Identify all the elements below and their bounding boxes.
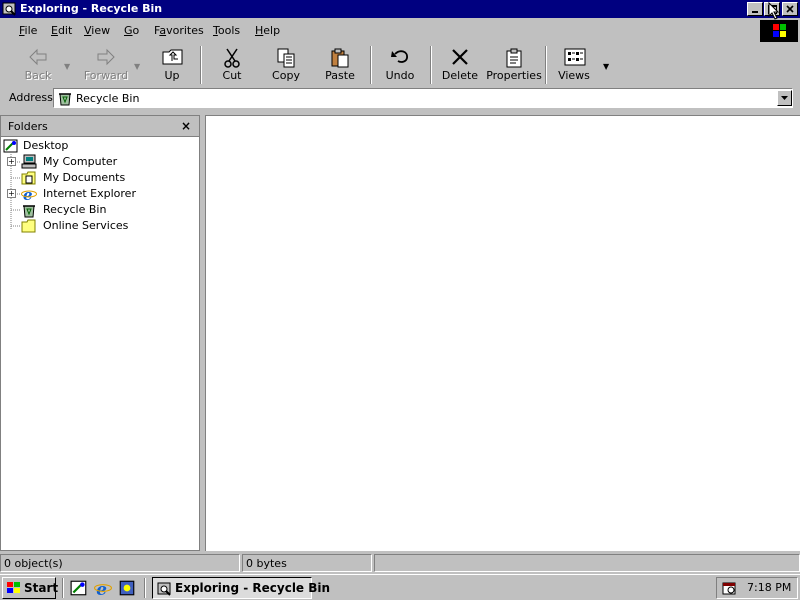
folders-header: Folders × — [1, 116, 199, 137]
toolbar-separator — [200, 46, 202, 84]
copy-icon — [277, 48, 295, 68]
tree-item-desktop[interactable]: Desktop — [1, 138, 199, 154]
mouse-cursor-icon — [768, 2, 780, 20]
views-dropdown-icon[interactable]: ▼ — [603, 62, 609, 71]
folder-icon — [21, 171, 36, 185]
scissors-icon — [224, 48, 240, 68]
forward-button[interactable]: Forward — [80, 44, 132, 86]
minimize-button[interactable] — [747, 2, 763, 16]
expand-icon[interactable]: + — [7, 189, 16, 198]
explorer-icon — [157, 582, 171, 596]
windows-logo — [760, 20, 798, 42]
internet-explorer-icon: e — [21, 186, 37, 202]
toolbar-separator — [430, 46, 432, 84]
tree-item-internet-explorer[interactable]: + e Internet Explorer — [1, 186, 199, 202]
recycle-bin-icon — [59, 93, 71, 106]
windows-flag-icon — [7, 582, 20, 593]
back-arrow-icon — [29, 48, 47, 66]
folders-pane: Folders × Desktop + My Computer My Docum… — [0, 115, 200, 551]
show-desktop-icon[interactable] — [70, 579, 88, 597]
taskbar: Start e Exploring - Recycle Bin 7:18 PM — [0, 574, 800, 600]
delete-x-icon — [452, 49, 468, 65]
minimize-icon — [752, 11, 758, 13]
toolbar: Back ▼ Forward ▼ Up Cut Copy Paste Undo … — [0, 44, 800, 86]
scheduler-icon[interactable] — [721, 580, 737, 596]
address-dropdown-button[interactable] — [777, 90, 792, 106]
desktop-icon — [3, 139, 18, 153]
status-extra — [374, 554, 800, 572]
forward-arrow-icon — [97, 48, 115, 66]
computer-icon — [21, 154, 37, 169]
address-value: Recycle Bin — [76, 92, 140, 105]
folders-title: Folders — [8, 120, 48, 133]
folder-icon — [21, 219, 36, 233]
menu-bar: File Edit View Go Favorites Tools Help — [0, 20, 800, 43]
address-bar: Address Recycle Bin — [0, 87, 800, 111]
folder-up-icon — [162, 49, 183, 65]
taskbar-separator — [144, 578, 146, 598]
close-button[interactable] — [782, 2, 798, 16]
address-input[interactable]: Recycle Bin — [53, 88, 793, 108]
svg-text:e: e — [96, 579, 107, 597]
file-list-pane[interactable] — [205, 115, 800, 551]
tree-item-online-services[interactable]: Online Services — [1, 218, 199, 234]
menu-help[interactable]: Help — [255, 24, 280, 37]
undo-button[interactable]: Undo — [378, 44, 422, 86]
menu-go[interactable]: Go — [124, 24, 139, 37]
chevron-down-icon — [781, 96, 788, 100]
start-button[interactable]: Start — [2, 577, 59, 599]
cut-button[interactable]: Cut — [210, 44, 254, 86]
explorer-icon — [2, 2, 16, 16]
address-label: Address — [9, 91, 53, 104]
expand-icon[interactable]: + — [7, 157, 16, 166]
delete-button[interactable]: Delete — [438, 44, 482, 86]
paste-button[interactable]: Paste — [318, 44, 362, 86]
undo-icon — [391, 50, 408, 63]
tree-item-recycle-bin[interactable]: Recycle Bin — [1, 202, 199, 218]
properties-icon — [506, 48, 522, 68]
menu-view[interactable]: View — [84, 24, 110, 37]
views-icon — [564, 48, 586, 66]
taskbar-button-label: Exploring - Recycle Bin — [175, 581, 331, 595]
system-tray: 7:18 PM — [716, 577, 798, 599]
toolbar-separator — [370, 46, 372, 84]
back-dropdown-icon[interactable]: ▼ — [64, 62, 70, 71]
menu-tools[interactable]: Tools — [213, 24, 240, 37]
svg-text:e: e — [23, 186, 33, 202]
window-title: Exploring - Recycle Bin — [20, 2, 163, 15]
taskbar-separator — [62, 578, 64, 598]
properties-button[interactable]: Properties — [486, 44, 542, 86]
close-icon — [786, 5, 794, 13]
views-button[interactable]: Views — [552, 44, 596, 86]
clipboard-icon — [331, 48, 349, 68]
taskbar-button-exploring[interactable]: Exploring - Recycle Bin — [152, 577, 330, 599]
toolbar-separator — [545, 46, 547, 84]
up-button[interactable]: Up — [150, 44, 194, 86]
tree-item-my-documents[interactable]: My Documents — [1, 170, 199, 186]
menu-edit[interactable]: Edit — [51, 24, 72, 37]
menu-favorites[interactable]: Favorites — [154, 24, 204, 37]
recycle-bin-icon — [23, 205, 35, 218]
forward-dropdown-icon[interactable]: ▼ — [134, 62, 140, 71]
back-button[interactable]: Back — [16, 44, 60, 86]
tree-item-my-computer[interactable]: + My Computer — [1, 154, 199, 170]
status-bar: 0 object(s) 0 bytes — [0, 553, 800, 573]
status-object-count: 0 object(s) — [0, 554, 240, 572]
copy-button[interactable]: Copy — [264, 44, 308, 86]
menu-file[interactable]: File — [19, 24, 37, 37]
channels-icon[interactable] — [118, 579, 136, 597]
internet-explorer-icon[interactable]: e — [94, 579, 112, 597]
status-size: 0 bytes — [242, 554, 372, 572]
title-bar[interactable]: Exploring - Recycle Bin — [0, 0, 800, 20]
clock[interactable]: 7:18 PM — [747, 581, 791, 594]
start-label: Start — [24, 581, 59, 595]
close-icon[interactable]: × — [181, 119, 191, 133]
windows-flag-icon — [773, 24, 786, 37]
pane-splitter[interactable] — [200, 115, 204, 551]
